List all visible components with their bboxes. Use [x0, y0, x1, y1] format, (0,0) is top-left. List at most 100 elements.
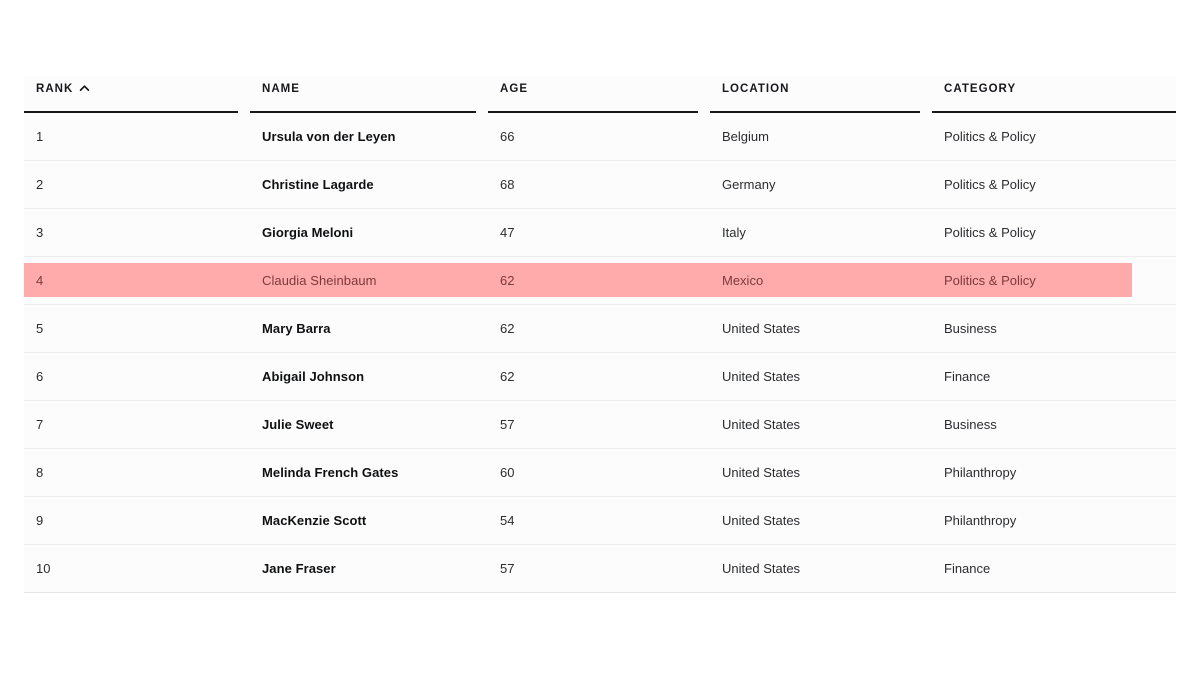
cell-name: Giorgia Meloni — [250, 208, 488, 257]
cell-location: United States — [710, 448, 932, 497]
cell-name-text: Christine Lagarde — [262, 177, 374, 192]
cell-age: 66 — [488, 112, 710, 161]
cell-age-text: 66 — [500, 129, 515, 144]
column-header-name[interactable]: NAME — [250, 76, 488, 114]
cell-location-text: United States — [722, 513, 801, 528]
cell-category: Business — [932, 304, 1176, 353]
cell-category-text: Philanthropy — [944, 513, 1017, 528]
table-row[interactable]: 10 Jane Fraser 57 United States Finance — [24, 544, 1176, 593]
cell-location: Germany — [710, 160, 932, 209]
table-row[interactable]: 1 Ursula von der Leyen 66 Belgium Politics &… — [24, 112, 1176, 161]
cell-category: Finance — [932, 544, 1176, 593]
cell-age: 68 — [488, 160, 710, 209]
cell-name: Abigail Johnson — [250, 352, 488, 401]
column-header-rank-label: RANK — [36, 83, 74, 95]
table-row[interactable]: 8 Melinda French Gates 60 United States Phil… — [24, 448, 1176, 497]
cell-name: Ursula von der Leyen — [250, 112, 488, 161]
cell-rank-text: 5 — [36, 321, 44, 336]
cell-age: 47 — [488, 208, 710, 257]
cell-category: Politics & Policy — [932, 208, 1176, 257]
cell-name-text: Melinda French Gates — [262, 465, 399, 480]
cell-name: Mary Barra — [250, 304, 488, 353]
cell-category: Business — [932, 400, 1176, 449]
cell-location: United States — [710, 352, 932, 401]
cell-name-text: Giorgia Meloni — [262, 225, 354, 240]
column-header-age[interactable]: AGE — [488, 76, 710, 114]
cell-age-text: 47 — [500, 225, 515, 240]
cell-rank: 7 — [24, 400, 250, 449]
table-row[interactable]: 5 Mary Barra 62 United States Business — [24, 304, 1176, 353]
cell-name-text: Jane Fraser — [262, 561, 336, 576]
ranking-table: RANK NAME AGE LOCATION CATEGORY 1 Ursula… — [24, 76, 1176, 593]
cell-name-text: MacKenzie Scott — [262, 513, 367, 528]
cell-rank: 1 — [24, 112, 250, 161]
table-body: 1 Ursula von der Leyen 66 Belgium Politics &… — [24, 112, 1176, 593]
cell-location-text: Germany — [722, 177, 776, 192]
cell-age-text: 57 — [500, 561, 515, 576]
cell-location: Mexico — [710, 256, 932, 305]
cell-name-text: Mary Barra — [262, 321, 331, 336]
page-root: RANK NAME AGE LOCATION CATEGORY 1 Ursula… — [0, 0, 1200, 680]
cell-category: Finance — [932, 352, 1176, 401]
cell-location-text: United States — [722, 369, 801, 384]
cell-rank-text: 4 — [36, 273, 44, 288]
cell-category: Philanthropy — [932, 448, 1176, 497]
cell-age-text: 54 — [500, 513, 515, 528]
table-row[interactable]: 2 Christine Lagarde 68 Germany Politics & Po… — [24, 160, 1176, 209]
cell-name: MacKenzie Scott — [250, 496, 488, 545]
cell-category: Politics & Policy — [932, 256, 1176, 305]
cell-age-text: 62 — [500, 369, 515, 384]
chevron-up-icon[interactable] — [79, 83, 90, 94]
column-header-rank[interactable]: RANK — [24, 76, 250, 114]
cell-category-text: Finance — [944, 369, 991, 384]
column-header-location-label: LOCATION — [722, 83, 790, 95]
cell-category-text: Finance — [944, 561, 991, 576]
cell-age: 62 — [488, 352, 710, 401]
column-header-name-label: NAME — [262, 83, 300, 95]
cell-name-text: Ursula von der Leyen — [262, 129, 396, 144]
cell-age: 62 — [488, 256, 710, 305]
cell-location-text: United States — [722, 321, 801, 336]
cell-rank-text: 6 — [36, 369, 44, 384]
cell-name: Melinda French Gates — [250, 448, 488, 497]
cell-rank-text: 1 — [36, 129, 44, 144]
cell-name-text: Julie Sweet — [262, 417, 334, 432]
cell-rank-text: 3 — [36, 225, 44, 240]
cell-location-text: United States — [722, 465, 801, 480]
cell-category-text: Politics & Policy — [944, 177, 1036, 192]
cell-rank-text: 7 — [36, 417, 44, 432]
column-header-location[interactable]: LOCATION — [710, 76, 932, 114]
table-header: RANK NAME AGE LOCATION CATEGORY — [24, 76, 1176, 114]
cell-location: Italy — [710, 208, 932, 257]
cell-location-text: Mexico — [722, 273, 764, 288]
cell-rank: 10 — [24, 544, 250, 593]
cell-rank: 9 — [24, 496, 250, 545]
cell-location: United States — [710, 304, 932, 353]
cell-location-text: Italy — [722, 225, 746, 240]
cell-category: Politics & Policy — [932, 112, 1176, 161]
cell-location: United States — [710, 544, 932, 593]
ranking-table-container: RANK NAME AGE LOCATION CATEGORY 1 Ursula… — [24, 76, 1176, 593]
cell-category-text: Philanthropy — [944, 465, 1017, 480]
table-row[interactable]: 3 Giorgia Meloni 47 Italy Politics & Policy — [24, 208, 1176, 257]
cell-age-text: 62 — [500, 321, 515, 336]
table-row[interactable]: 7 Julie Sweet 57 United States Business — [24, 400, 1176, 449]
cell-name: Claudia Sheinbaum — [250, 256, 488, 305]
table-row[interactable]: 9 MacKenzie Scott 54 United States Philanthr… — [24, 496, 1176, 545]
table-row[interactable]: 4 Claudia Sheinbaum 62 Mexico Politics & Pol… — [24, 256, 1176, 305]
cell-category-text: Politics & Policy — [944, 273, 1036, 288]
cell-name: Christine Lagarde — [250, 160, 488, 209]
cell-rank-text: 2 — [36, 177, 44, 192]
cell-rank: 3 — [24, 208, 250, 257]
table-row[interactable]: 6 Abigail Johnson 62 United States Finance — [24, 352, 1176, 401]
column-header-category[interactable]: CATEGORY — [932, 76, 1176, 113]
cell-name: Jane Fraser — [250, 544, 488, 593]
cell-category-text: Business — [944, 321, 997, 336]
cell-rank: 6 — [24, 352, 250, 401]
cell-age: 57 — [488, 544, 710, 593]
cell-rank-text: 8 — [36, 465, 44, 480]
column-header-age-label: AGE — [500, 83, 529, 95]
cell-age-text: 60 — [500, 465, 515, 480]
cell-location-text: Belgium — [722, 129, 769, 144]
table-header-row: RANK NAME AGE LOCATION CATEGORY — [24, 76, 1176, 114]
